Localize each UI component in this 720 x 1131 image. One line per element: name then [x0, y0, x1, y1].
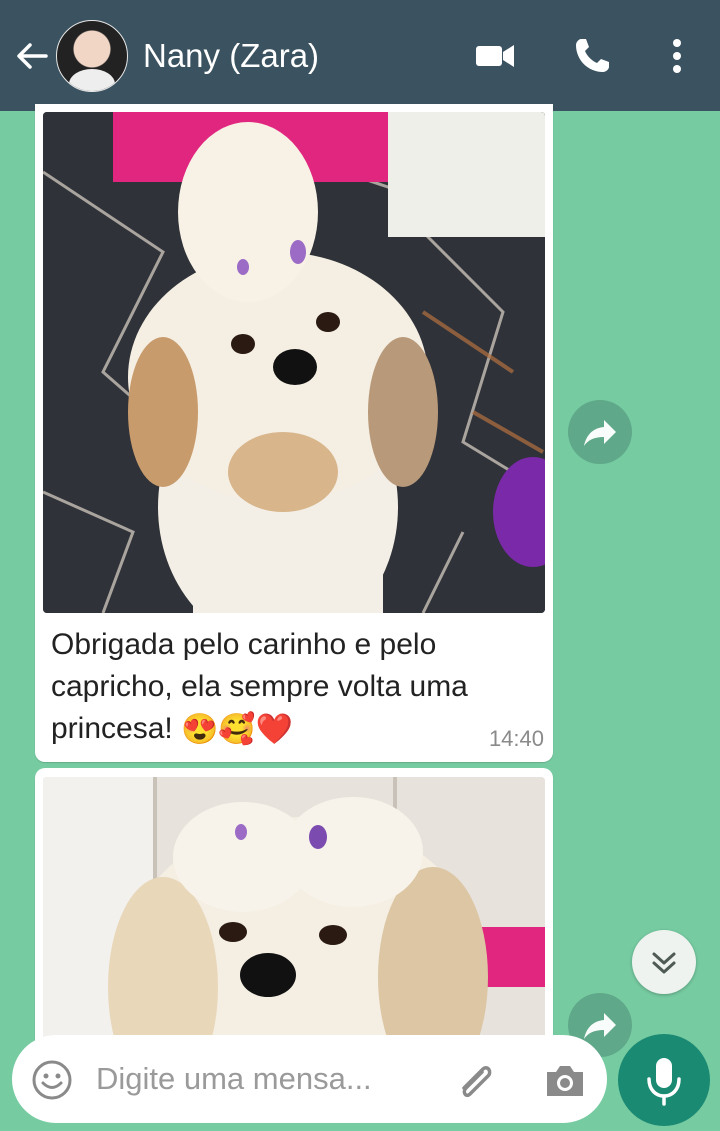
dog-photo[interactable]	[43, 777, 545, 1057]
avatar[interactable]	[56, 20, 128, 92]
forward-icon	[584, 420, 616, 446]
microphone-icon	[647, 1058, 681, 1106]
phone-icon[interactable]	[570, 34, 614, 78]
more-vertical-icon[interactable]	[655, 34, 699, 78]
dog-photo[interactable]	[43, 112, 545, 613]
forward-button[interactable]	[568, 400, 632, 464]
emoji-icon[interactable]	[30, 1058, 74, 1102]
chat-header: Nany (Zara)	[0, 0, 720, 111]
chevrons-down-icon	[652, 952, 676, 974]
video-call-icon[interactable]	[473, 34, 517, 78]
contact-name[interactable]: Nany (Zara)	[143, 36, 319, 76]
voice-message-button[interactable]	[618, 1034, 710, 1126]
paperclip-icon[interactable]	[452, 1058, 498, 1104]
camera-icon[interactable]	[542, 1058, 588, 1104]
caption-emojis: 😍🥰❤️	[181, 713, 294, 747]
message-bubble[interactable]	[35, 768, 553, 1068]
message-time: 14:40	[488, 726, 544, 751]
arrow-left-icon[interactable]	[12, 36, 52, 76]
message-caption: Obrigada pelo carinho e pelo capricho, e…	[51, 624, 521, 751]
message-input[interactable]: Digite uma mensa...	[96, 1061, 372, 1097]
message-composer[interactable]: Digite uma mensa...	[12, 1035, 607, 1123]
message-bubble[interactable]: Obrigada pelo carinho e pelo capricho, e…	[35, 104, 553, 762]
scroll-to-bottom-button[interactable]	[632, 930, 696, 994]
